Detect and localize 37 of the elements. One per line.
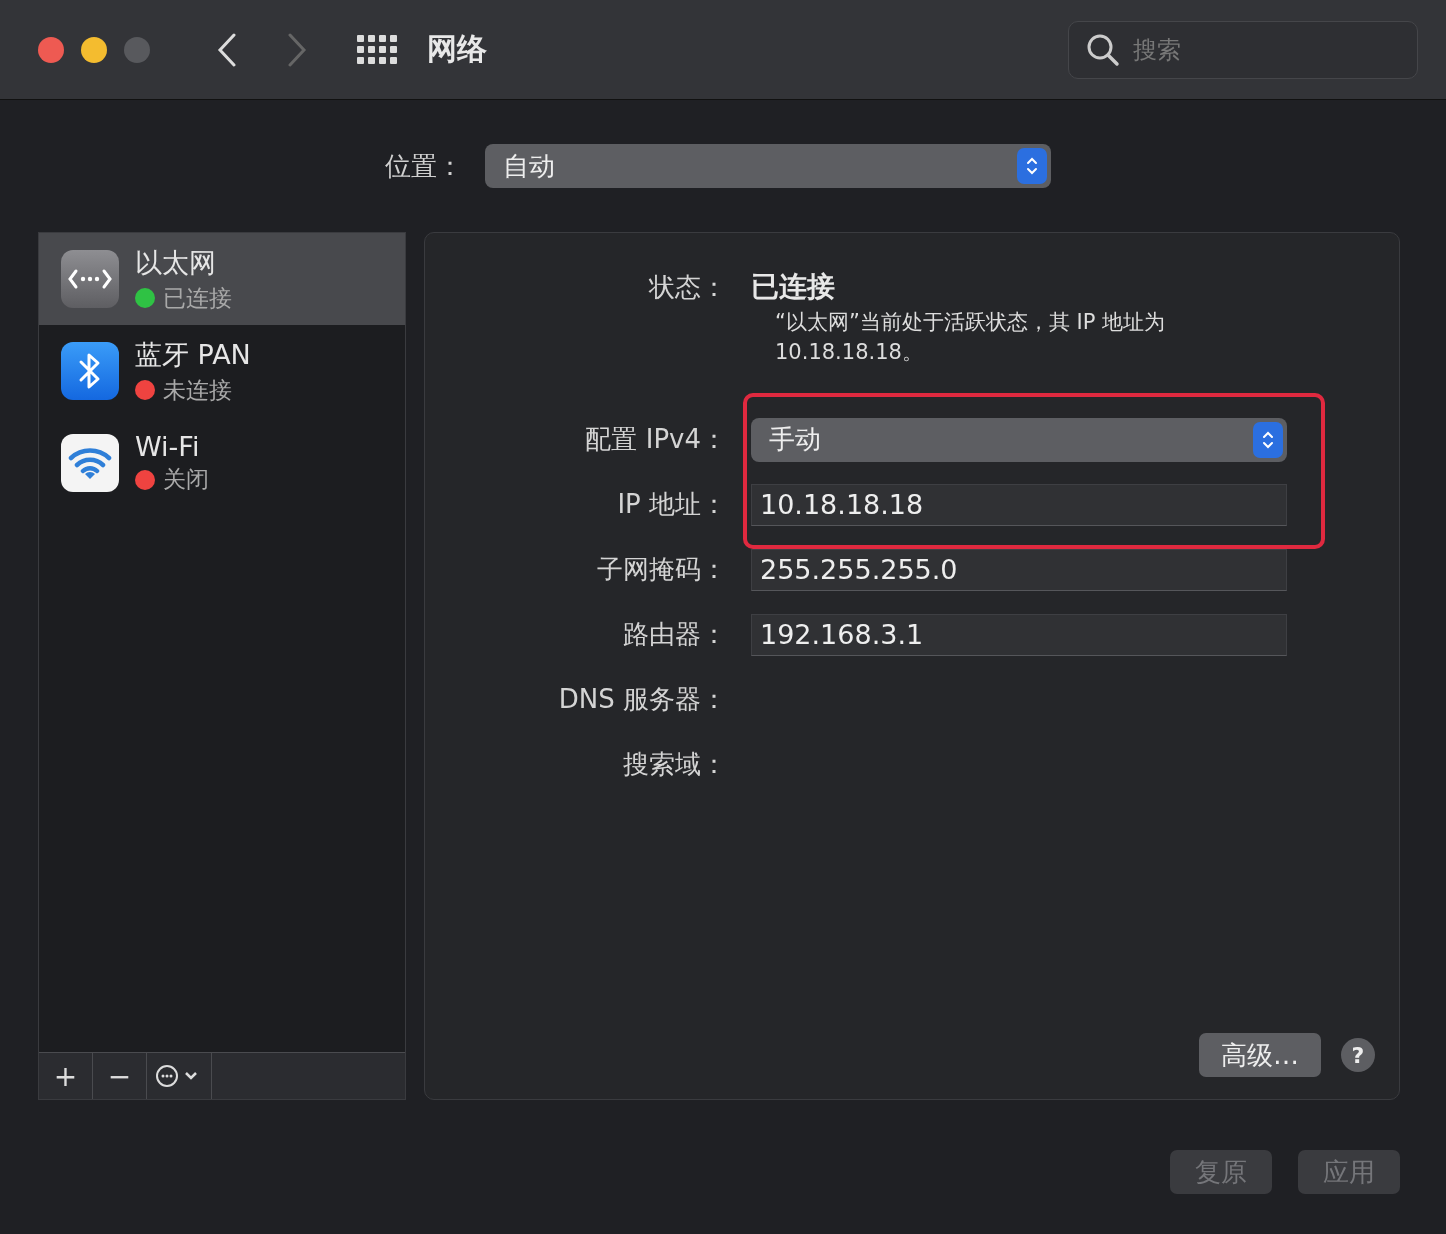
search-field[interactable]: 搜索 bbox=[1068, 20, 1418, 79]
service-name: 以太网 bbox=[135, 245, 217, 280]
field-label: 路由器： bbox=[622, 618, 728, 651]
status-value: 已连接 bbox=[751, 269, 835, 305]
field-label: 配置 IPv4： bbox=[584, 423, 728, 456]
ethernet-icon bbox=[61, 250, 119, 308]
service-status: 已连接 bbox=[163, 283, 232, 313]
service-name: Wi-Fi bbox=[135, 431, 201, 462]
input-field[interactable]: 192.168.3.1 bbox=[751, 613, 1287, 656]
service-item[interactable]: Wi-Fi 关闭 bbox=[39, 417, 405, 509]
bluetooth-icon bbox=[61, 342, 119, 400]
close-button[interactable] bbox=[38, 36, 64, 63]
service-item[interactable]: 以太网 已连接 bbox=[39, 233, 405, 325]
field-label: 子网掩码： bbox=[596, 553, 728, 586]
location-label: 位置： bbox=[385, 149, 463, 183]
field-label: DNS 服务器： bbox=[557, 683, 728, 716]
window-title: 网络 bbox=[427, 30, 487, 68]
minimize-button[interactable] bbox=[81, 36, 107, 63]
input-field[interactable]: 255.255.255.0 bbox=[751, 548, 1287, 591]
ipv4-popup[interactable]: 手动 bbox=[751, 417, 1287, 462]
back-icon[interactable] bbox=[217, 32, 237, 67]
grid-icon[interactable] bbox=[357, 34, 397, 65]
input-field[interactable]: 10.18.18.18 bbox=[751, 483, 1287, 526]
location-popup[interactable]: 自动 bbox=[485, 144, 1051, 188]
service-item[interactable]: 蓝牙 PAN 未连接 bbox=[39, 325, 405, 417]
field-label: 搜索域： bbox=[622, 748, 728, 781]
help-button[interactable]: ? bbox=[1341, 1038, 1375, 1072]
field-label: IP 地址： bbox=[616, 488, 728, 521]
service-status: 关闭 bbox=[163, 465, 209, 494]
status-label: 状态： bbox=[647, 270, 728, 304]
stepper-icon bbox=[1253, 421, 1283, 458]
advanced-button[interactable]: 高级… bbox=[1199, 1033, 1321, 1077]
service-status: 未连接 bbox=[163, 375, 232, 405]
stepper-icon bbox=[1017, 148, 1047, 184]
wifi-icon bbox=[61, 434, 119, 492]
status-description: “以太网”当前处于活跃状态，其 IP 地址为 10.18.18.18。 bbox=[775, 309, 1166, 366]
service-name: 蓝牙 PAN bbox=[135, 337, 251, 372]
